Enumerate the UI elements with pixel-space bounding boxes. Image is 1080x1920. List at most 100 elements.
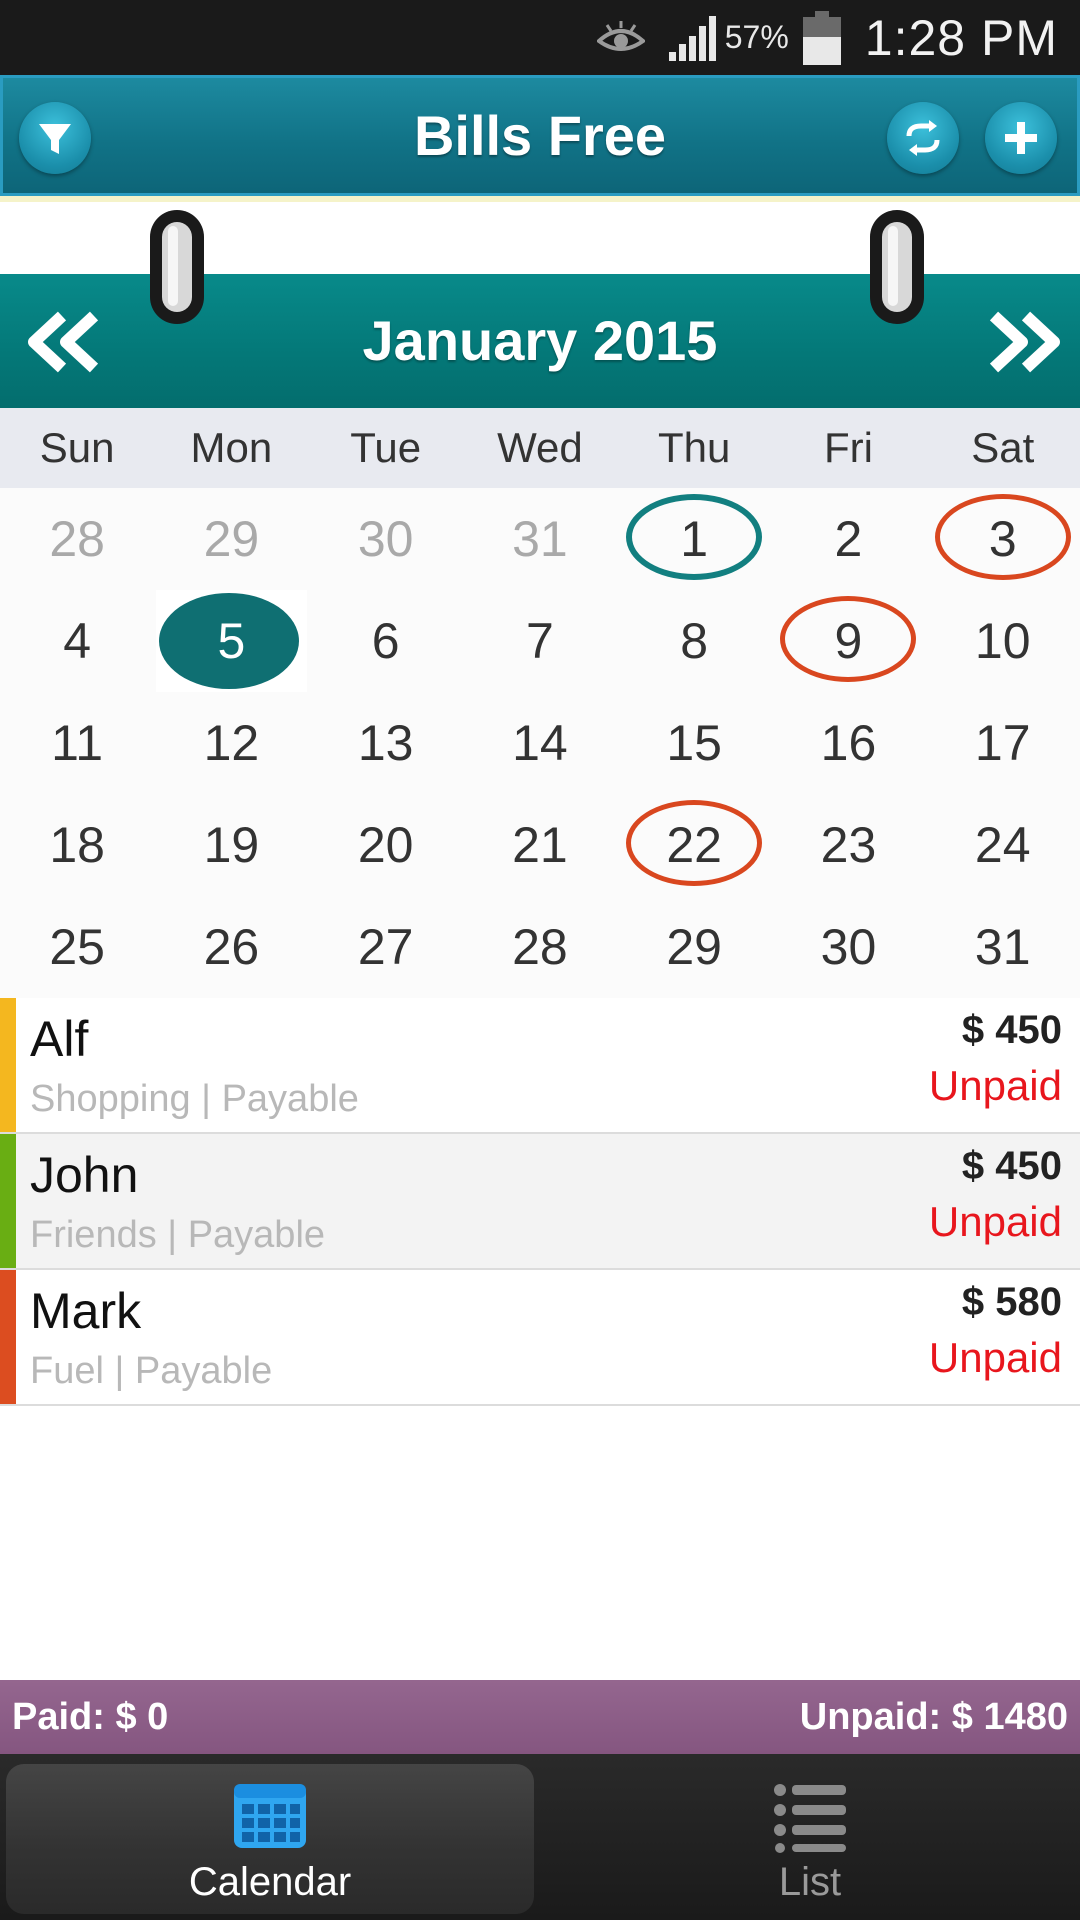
- tab-calendar[interactable]: Calendar: [6, 1764, 534, 1914]
- calendar-day[interactable]: 20: [309, 794, 463, 896]
- calendar-day[interactable]: 16: [771, 692, 925, 794]
- calendar-grid: 28 29 30 31 1 2 3 4 5 6 7 8 9 10 11 12 13 14 15 16 17 18 19 20 2…: [0, 488, 1080, 998]
- tab-list-label: List: [778, 1860, 842, 1904]
- calendar-day-number: 30: [357, 511, 414, 567]
- calendar-day-number: 30: [820, 919, 877, 975]
- calendar-day-number: 28: [512, 919, 568, 975]
- calendar-day-number: 29: [203, 511, 260, 567]
- double-chevron-right-icon[interactable]: [976, 310, 1066, 374]
- category-color-stripe: [0, 998, 16, 1132]
- signal-icon: [668, 15, 716, 61]
- calendar-day[interactable]: 29: [154, 488, 308, 590]
- calendar-day[interactable]: 11: [0, 692, 154, 794]
- calendar-day[interactable]: 27: [309, 896, 463, 998]
- calendar-day-number: 10: [974, 613, 1031, 669]
- tab-list[interactable]: List: [546, 1764, 1074, 1914]
- bill-status: Unpaid: [928, 1062, 1062, 1109]
- binder-ring-icon: [870, 210, 924, 324]
- add-bill-button[interactable]: [985, 102, 1057, 174]
- calendar-day[interactable]: 21: [463, 794, 617, 896]
- paid-total: Paid: $ 0: [12, 1696, 169, 1738]
- calendar-day[interactable]: 30: [771, 896, 925, 998]
- calendar-day[interactable]: 1: [617, 488, 771, 590]
- weekday-label: Thu: [658, 424, 731, 471]
- calendar-day[interactable]: 18: [0, 794, 154, 896]
- calendar-day[interactable]: 8: [617, 590, 771, 692]
- calendar-day[interactable]: 10: [926, 590, 1080, 692]
- calendar-day-number: 31: [974, 919, 1031, 975]
- calendar-day[interactable]: 2: [771, 488, 925, 590]
- calendar-day-number: 21: [512, 817, 568, 873]
- calendar-day-number: 25: [49, 919, 105, 975]
- bill-name: Mark: [30, 1283, 142, 1339]
- calendar-day-number: 16: [820, 715, 877, 771]
- category-color-stripe: [0, 1270, 16, 1404]
- calendar-day-number: 31: [512, 511, 568, 567]
- calendar-day-number: 11: [51, 715, 104, 771]
- calendar-day[interactable]: 14: [463, 692, 617, 794]
- calendar-day[interactable]: 5: [154, 590, 308, 692]
- binder-ring-icon: [150, 210, 204, 324]
- calendar-day[interactable]: 13: [309, 692, 463, 794]
- clock-time: 1:28 PM: [864, 9, 1058, 66]
- weekday-header: Sun Mon Tue Wed Thu Fri Sat: [0, 408, 1080, 488]
- calendar-day-number: 12: [203, 715, 260, 771]
- list-icon: [774, 1784, 846, 1853]
- calendar-day[interactable]: 3: [926, 488, 1080, 590]
- calendar-day-number: 7: [526, 613, 554, 669]
- unpaid-total: Unpaid: $ 1480: [799, 1696, 1068, 1738]
- calendar-day[interactable]: 19: [154, 794, 308, 896]
- calendar-day-number: 8: [680, 613, 709, 669]
- calendar-day[interactable]: 29: [617, 896, 771, 998]
- calendar-day[interactable]: 31: [926, 896, 1080, 998]
- bill-details: Fuel | Payable: [30, 1350, 273, 1392]
- calendar-day[interactable]: 17: [926, 692, 1080, 794]
- calendar-day-number: 3: [988, 511, 1017, 567]
- bill-row[interactable]: Mark Fuel | Payable $ 580 Unpaid: [0, 1270, 1080, 1406]
- weekday-label: Mon: [190, 424, 273, 471]
- category-color-stripe: [0, 1134, 16, 1268]
- calendar-day[interactable]: 31: [463, 488, 617, 590]
- calendar-day-number: 6: [371, 613, 400, 669]
- calendar-day[interactable]: 22: [617, 794, 771, 896]
- battery-percent: 57%: [724, 19, 789, 55]
- bill-name: John: [30, 1147, 139, 1203]
- bill-amount: $ 450: [961, 1144, 1062, 1188]
- sync-button[interactable]: [887, 102, 959, 174]
- calendar-day[interactable]: 6: [309, 590, 463, 692]
- calendar-day[interactable]: 28: [0, 488, 154, 590]
- calendar-day-number: 14: [512, 715, 568, 771]
- calendar-day[interactable]: 4: [0, 590, 154, 692]
- calendar-day[interactable]: 7: [463, 590, 617, 692]
- calendar-week-row: 28 29 30 31 1 2 3: [0, 488, 1080, 590]
- app-header: Bills Free: [0, 75, 1080, 196]
- tab-bar: Calendar List: [0, 1754, 1080, 1920]
- calendar-day[interactable]: 26: [154, 896, 308, 998]
- calendar-day[interactable]: 24: [926, 794, 1080, 896]
- app-screen: 57% 1:28 PM Bills Free January 2015 Sun …: [0, 0, 1080, 1920]
- calendar-day[interactable]: 25: [0, 896, 154, 998]
- weekday-label: Sun: [39, 424, 115, 471]
- weekday-label: Wed: [497, 424, 583, 471]
- calendar-week-row: 25 26 27 28 29 30 31: [0, 896, 1080, 998]
- bill-row[interactable]: John Friends | Payable $ 450 Unpaid: [0, 1134, 1080, 1270]
- calendar-day[interactable]: 15: [617, 692, 771, 794]
- bill-status: Unpaid: [928, 1198, 1062, 1245]
- bill-list: Alf Shopping | Payable $ 450 Unpaid John Frie…: [0, 998, 1080, 1406]
- weekday-label: Fri: [823, 424, 873, 471]
- bill-row[interactable]: Alf Shopping | Payable $ 450 Unpaid: [0, 998, 1080, 1134]
- calendar-day-number: 5: [217, 613, 246, 669]
- calendar-day-number: 28: [49, 511, 105, 567]
- calendar-day[interactable]: 23: [771, 794, 925, 896]
- calendar-day-number: 29: [666, 919, 722, 975]
- bill-name: Alf: [30, 1011, 89, 1067]
- calendar-day[interactable]: 30: [309, 488, 463, 590]
- add-icon: [1005, 122, 1037, 154]
- calendar-day[interactable]: 9: [771, 590, 925, 692]
- calendar-week-row: 4 5 6 7 8 9 10: [0, 590, 1080, 692]
- calendar-day[interactable]: 28: [463, 896, 617, 998]
- bill-amount: $ 580: [961, 1280, 1062, 1324]
- calendar-grid-icon: [234, 1784, 306, 1848]
- tab-calendar-label: Calendar: [188, 1860, 352, 1904]
- calendar-day[interactable]: 12: [154, 692, 308, 794]
